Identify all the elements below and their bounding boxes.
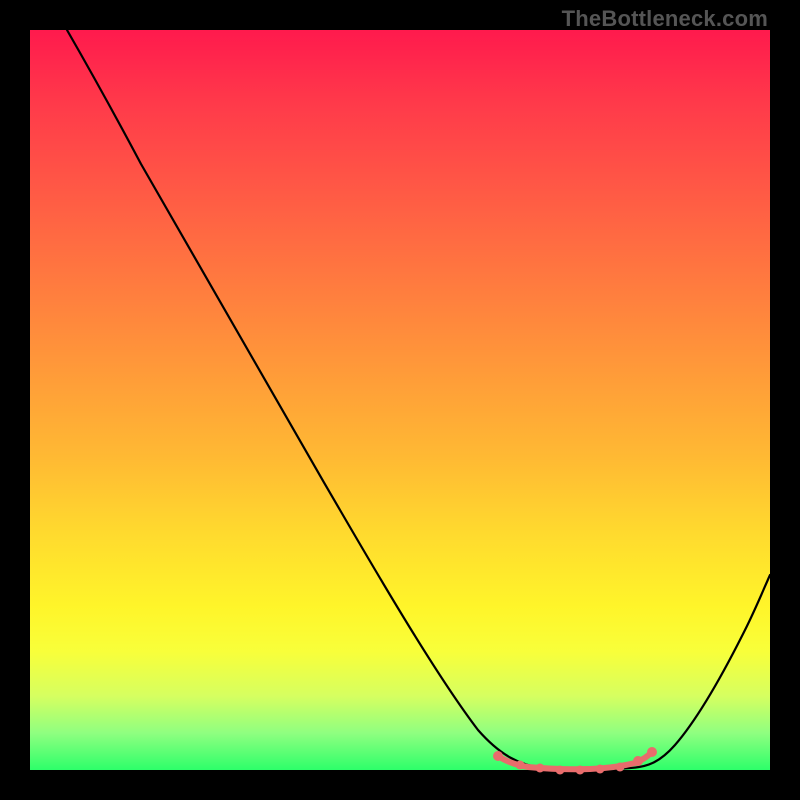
accent-dot — [576, 766, 585, 775]
accent-dot — [556, 766, 565, 775]
accent-dot — [633, 756, 643, 766]
chart-frame: TheBottleneck.com — [0, 0, 800, 800]
accent-dot — [616, 763, 625, 772]
accent-dot — [596, 765, 605, 774]
bottleneck-curve — [67, 30, 770, 770]
watermark-text: TheBottleneck.com — [562, 6, 768, 32]
curve-svg — [30, 30, 770, 770]
accent-dot-left — [493, 751, 503, 761]
accent-dot-right — [647, 747, 657, 757]
accent-dot — [516, 761, 525, 770]
plot-area — [30, 30, 770, 770]
accent-dot — [536, 764, 545, 773]
